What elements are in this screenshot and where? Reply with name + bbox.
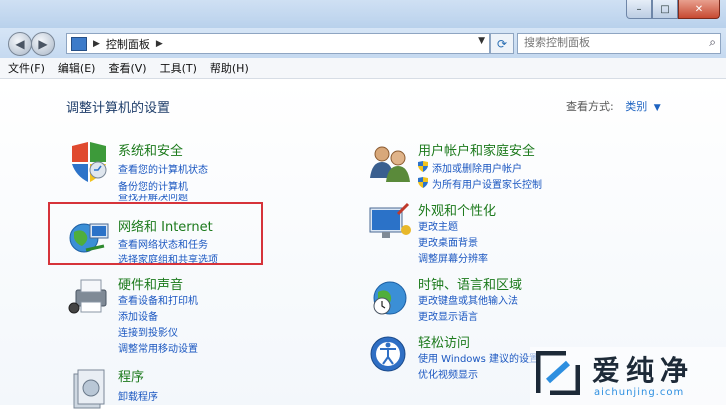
link-change-display-language[interactable]: 更改显示语言 xyxy=(418,308,478,323)
back-arrow-icon: ◀ xyxy=(15,37,25,51)
category-title-ease-of-access[interactable]: 轻松访问 xyxy=(418,332,470,351)
category-clock-language-region: 时钟、语言和区域 更改键盘或其他输入法 更改显示语言 xyxy=(368,274,618,323)
link-change-keyboard[interactable]: 更改键盘或其他输入法 xyxy=(418,292,518,307)
view-by-label: 查看方式: xyxy=(566,100,614,113)
search-icon[interactable]: ⌕ xyxy=(709,35,716,50)
programs-icon[interactable] xyxy=(68,366,112,410)
link-devices-printers[interactable]: 查看设备和打印机 xyxy=(118,292,198,307)
link-change-theme[interactable]: 更改主题 xyxy=(418,218,458,233)
chevron-down-icon[interactable]: ▼ xyxy=(654,103,661,113)
category-title-programs[interactable]: 程序 xyxy=(118,366,144,385)
breadcrumb-chevron-icon[interactable]: ▶ xyxy=(156,39,163,49)
link-parental-controls-label[interactable]: 为所有用户设置家长控制 xyxy=(432,180,542,191)
close-icon: ✕ xyxy=(694,3,704,15)
menu-help[interactable]: 帮助(H) xyxy=(210,60,249,76)
menu-view[interactable]: 查看(V) xyxy=(108,60,146,76)
link-mobility-settings[interactable]: 调整常用移动设置 xyxy=(118,340,198,355)
system-security-shield-icon[interactable] xyxy=(68,140,112,184)
category-system-security: 系统和安全 查看您的计算机状态 备份您的计算机 查找并解决问题 xyxy=(68,140,318,204)
maximize-icon: □ xyxy=(660,3,670,15)
uac-shield-icon xyxy=(418,161,428,172)
category-title-hardware-sound[interactable]: 硬件和声音 xyxy=(118,274,183,293)
category-hardware-sound: 硬件和声音 查看设备和打印机 添加设备 连接到投影仪 调整常用移动设置 xyxy=(68,274,268,355)
maximize-button[interactable]: □ xyxy=(652,0,678,19)
search-input[interactable] xyxy=(518,34,694,51)
category-title-clock-language-region[interactable]: 时钟、语言和区域 xyxy=(418,274,522,293)
menu-tools[interactable]: 工具(T) xyxy=(160,60,197,76)
watermark-text: 爱纯净 xyxy=(592,354,695,387)
search-box[interactable]: ⌕ xyxy=(517,33,721,54)
minimize-button[interactable]: – xyxy=(626,0,652,19)
watermark: 爱纯净 aichunjing.com xyxy=(530,347,726,405)
link-add-remove-accounts[interactable]: 添加或删除用户帐户 xyxy=(418,160,522,175)
users-icon[interactable] xyxy=(368,140,412,184)
category-appearance: 外观和个性化 更改主题 更改桌面背景 调整屏幕分辨率 xyxy=(368,200,618,265)
back-button[interactable]: ◀ xyxy=(8,32,32,56)
link-change-background[interactable]: 更改桌面背景 xyxy=(418,234,478,249)
category-user-accounts: 用户帐户和家庭安全 添加或删除用户帐户 为所有用户设置家长控制 xyxy=(368,140,618,191)
breadcrumb-control-panel[interactable]: 控制面板 xyxy=(106,36,150,52)
printer-icon[interactable] xyxy=(68,274,112,318)
navigation-bar: ◀ ▶ ▶ 控制面板 ▶ ▼ ⟳ ⌕ xyxy=(0,28,726,58)
category-title-system-security[interactable]: 系统和安全 xyxy=(118,140,183,159)
refresh-button[interactable]: ⟳ xyxy=(490,33,514,54)
view-by-dropdown[interactable]: 类别 xyxy=(625,100,647,113)
menu-bar: 文件(F) 编辑(E) 查看(V) 工具(T) 帮助(H) xyxy=(0,58,726,79)
link-uninstall-program[interactable]: 卸载程序 xyxy=(118,388,158,403)
highlight-box xyxy=(48,202,263,265)
window-controls: – □ ✕ xyxy=(626,0,720,19)
category-title-appearance[interactable]: 外观和个性化 xyxy=(418,200,496,219)
clock-globe-icon[interactable] xyxy=(368,274,412,318)
link-connect-projector[interactable]: 连接到投影仪 xyxy=(118,324,178,339)
watermark-url: aichunjing.com xyxy=(594,387,685,398)
control-panel-content: 调整计算机的设置 查看方式: 类别 ▼ 系统和安全 查看您的计算机状态 备份您的… xyxy=(0,80,726,409)
watermark-logo-icon xyxy=(536,351,580,395)
link-parental-controls[interactable]: 为所有用户设置家长控制 xyxy=(418,176,542,191)
address-dropdown-icon[interactable]: ▼ xyxy=(478,36,485,46)
appearance-monitor-icon[interactable] xyxy=(368,200,412,244)
link-add-device[interactable]: 添加设备 xyxy=(118,308,158,323)
view-by: 查看方式: 类别 ▼ xyxy=(566,98,661,114)
breadcrumb-chevron-icon: ▶ xyxy=(93,38,100,49)
forward-button[interactable]: ▶ xyxy=(31,32,55,56)
link-view-computer-status[interactable]: 查看您的计算机状态 xyxy=(118,161,208,176)
refresh-icon: ⟳ xyxy=(496,36,508,51)
minimize-icon: – xyxy=(636,3,642,15)
category-programs: 程序 卸载程序 xyxy=(68,366,268,409)
link-add-remove-accounts-label[interactable]: 添加或删除用户帐户 xyxy=(432,164,522,175)
page-title: 调整计算机的设置 xyxy=(66,101,171,116)
close-button[interactable]: ✕ xyxy=(678,0,720,19)
control-panel-icon xyxy=(71,36,87,51)
menu-file[interactable]: 文件(F) xyxy=(8,60,45,76)
category-title-user-accounts[interactable]: 用户帐户和家庭安全 xyxy=(418,140,535,159)
link-recommended-settings[interactable]: 使用 Windows 建议的设置 xyxy=(418,350,539,365)
title-bar: – □ ✕ xyxy=(0,0,726,28)
ease-of-access-icon[interactable] xyxy=(368,332,412,376)
uac-shield-icon xyxy=(418,177,428,188)
link-optimize-display[interactable]: 优化视频显示 xyxy=(418,366,478,381)
address-bar[interactable]: ▶ 控制面板 ▶ ▼ xyxy=(66,33,490,54)
menu-edit[interactable]: 编辑(E) xyxy=(58,60,96,76)
forward-arrow-icon: ▶ xyxy=(38,37,48,51)
link-screen-resolution[interactable]: 调整屏幕分辨率 xyxy=(418,250,488,265)
link-backup-computer[interactable]: 备份您的计算机 xyxy=(118,178,188,193)
